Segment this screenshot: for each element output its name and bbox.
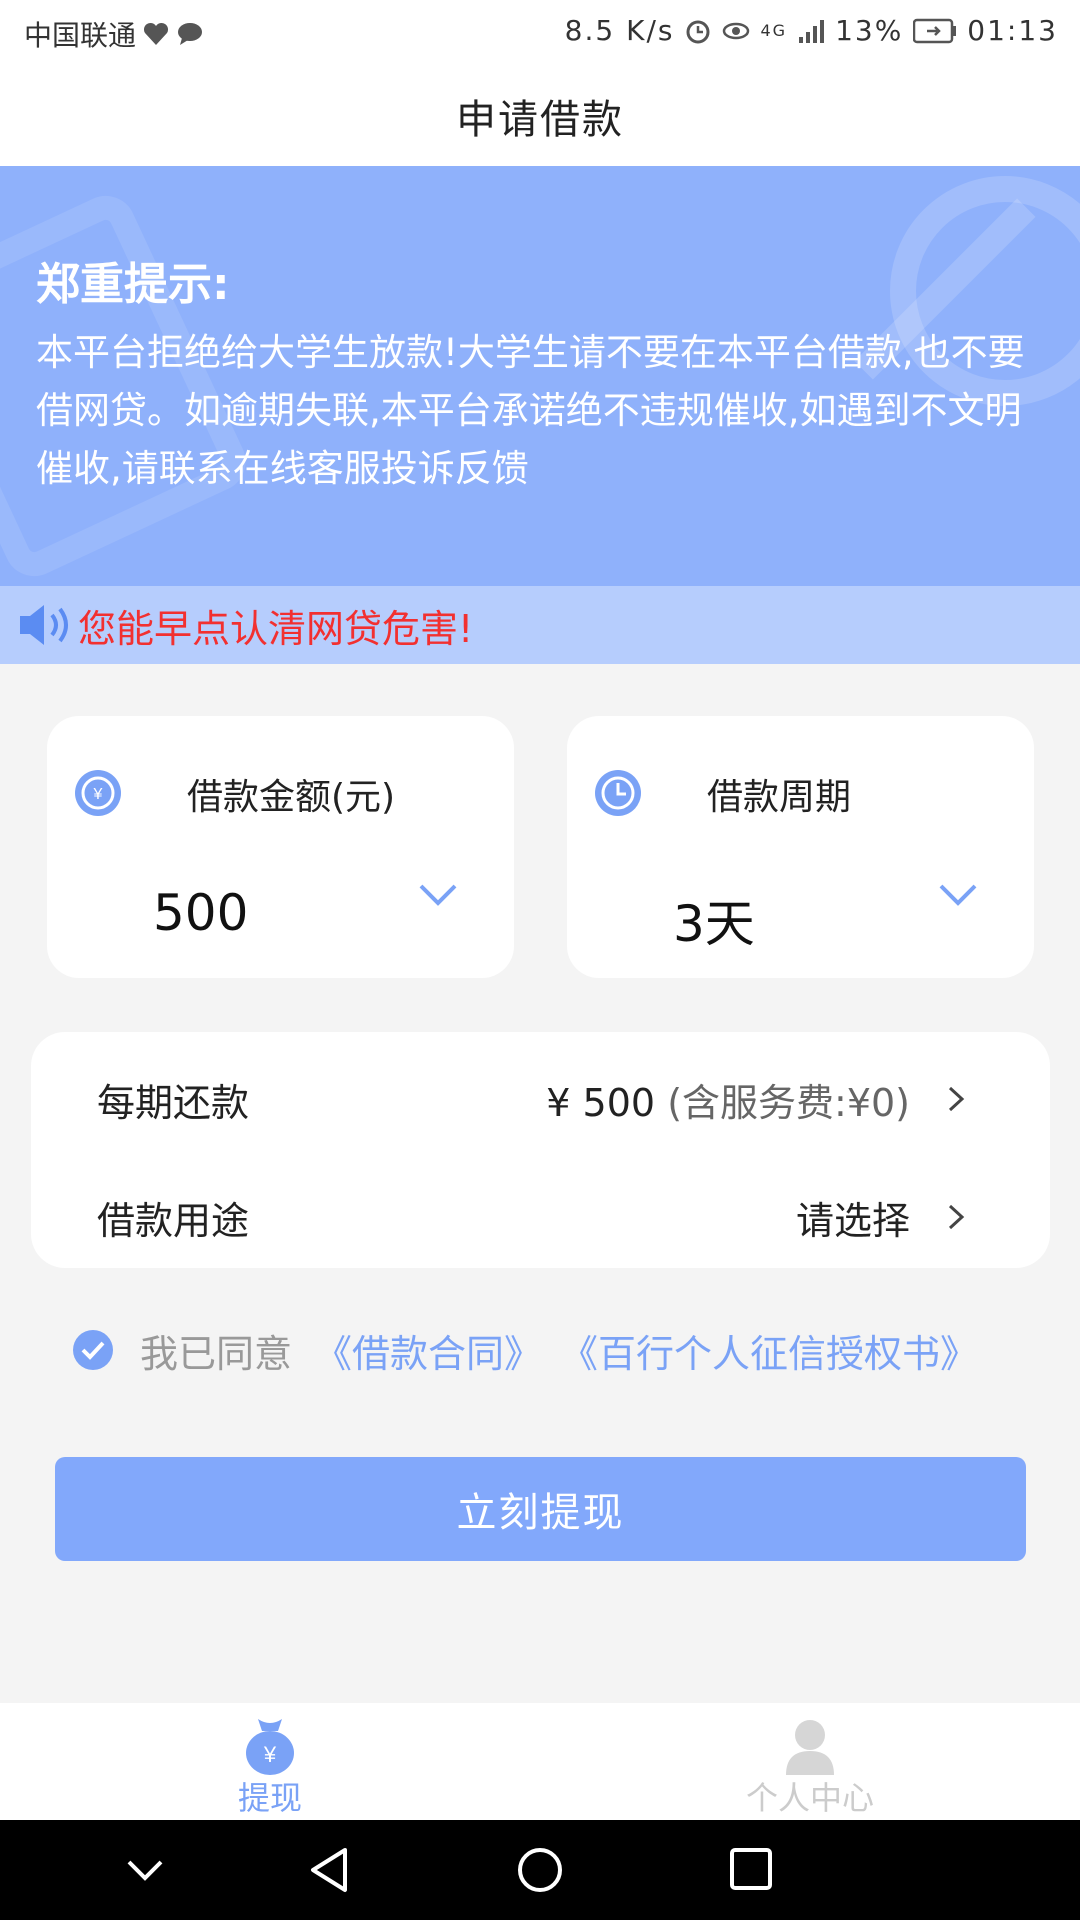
- clock-icon: [595, 770, 641, 816]
- battery-charging-icon: [913, 18, 957, 43]
- warning-banner: 郑重提示: 本平台拒绝给大学生放款!大学生请不要在本平台借款,也不要借网贷。如逾…: [0, 166, 1080, 586]
- status-bar: 中国联通 8.5 K/s 4G 13% 01:13: [0, 0, 1080, 66]
- credit-authorization-link[interactable]: 《百行个人征信授权书》: [560, 1323, 978, 1378]
- chevron-right-icon[interactable]: [946, 1084, 966, 1114]
- tab-profile-label: 个人中心: [745, 1779, 874, 1817]
- tab-profile[interactable]: 个人中心: [540, 1703, 1080, 1820]
- person-icon: [786, 1720, 834, 1775]
- message-bubble-icon: [178, 23, 203, 45]
- loan-period-selector[interactable]: 借款周期 3天: [567, 716, 1034, 978]
- agreement-row: 我已同意 《借款合同》 《百行个人征信授权书》: [72, 1322, 996, 1378]
- withdraw-button[interactable]: 立刻提现: [55, 1457, 1026, 1561]
- home-circle-icon[interactable]: [516, 1846, 564, 1894]
- carrier-name: 中国联通: [24, 19, 137, 52]
- eye-comfort-icon: [723, 22, 750, 39]
- network-type: 4G: [760, 21, 788, 40]
- banner-heading: 郑重提示:: [36, 259, 230, 310]
- page-title: 申请借款: [456, 97, 624, 143]
- repayment-amount: ¥ 500: [546, 1080, 656, 1125]
- bottom-tab-bar: ¥ 提现 个人中心: [0, 1703, 1080, 1820]
- banner-body: 本平台拒绝给大学生放款!大学生请不要在本平台借款,也不要借网贷。如逾期失联,本平…: [36, 331, 1025, 490]
- battery-percent: 13%: [835, 14, 904, 47]
- nav-bar: 申请借款: [0, 66, 1080, 166]
- agreement-prefix: 我已同意: [140, 1331, 293, 1376]
- tab-withdraw-label: 提现: [237, 1779, 302, 1817]
- loan-contract-link[interactable]: 《借款合同》: [314, 1323, 542, 1378]
- yuan-coin-icon: ¥: [75, 770, 121, 816]
- chevron-down-icon[interactable]: [938, 882, 978, 908]
- withdraw-button-label: 立刻提现: [456, 1490, 625, 1536]
- collapse-down-icon[interactable]: [125, 1850, 165, 1890]
- back-triangle-icon[interactable]: [305, 1846, 353, 1894]
- loan-period-label: 借款周期: [707, 777, 852, 818]
- notice-marquee: 您能早点认清网贷危害!: [0, 586, 1080, 664]
- speaker-icon: [20, 605, 68, 645]
- recents-square-icon[interactable]: [728, 1846, 774, 1892]
- repayment-label: 每期还款: [97, 1080, 250, 1125]
- purpose-row[interactable]: 借款用途 请选择: [31, 1172, 1050, 1262]
- purpose-value: 请选择: [795, 1198, 910, 1243]
- alarm-icon: [686, 20, 710, 43]
- health-heart-icon: [143, 22, 169, 45]
- tab-withdraw[interactable]: ¥ 提现: [0, 1703, 540, 1820]
- loan-details-card: 每期还款 ¥ 500 (含服务费:¥0) 借款用途 请选择: [31, 1032, 1050, 1268]
- signal-icon: [799, 19, 825, 43]
- checkbox-checked-icon[interactable]: [72, 1329, 114, 1371]
- svg-text:¥: ¥: [93, 786, 103, 803]
- repayment-row[interactable]: 每期还款 ¥ 500 (含服务费:¥0): [31, 1054, 1050, 1144]
- loan-amount-value: 500: [153, 884, 249, 942]
- svg-text:¥: ¥: [263, 1742, 277, 1767]
- clock-time: 01:13: [967, 14, 1058, 47]
- loan-amount-selector[interactable]: ¥ 借款金额(元) 500: [47, 716, 514, 978]
- repayment-value: ¥ 500 (含服务费:¥0): [546, 1072, 910, 1127]
- notice-text: 您能早点认清网贷危害!: [78, 606, 474, 651]
- chevron-down-icon[interactable]: [418, 882, 458, 908]
- chevron-right-icon[interactable]: [946, 1202, 966, 1232]
- system-nav-bar: [0, 1820, 1080, 1920]
- network-speed: 8.5 K/s: [564, 14, 675, 47]
- purpose-label: 借款用途: [97, 1198, 250, 1243]
- loan-period-value: 3天: [673, 895, 755, 953]
- repayment-fee: (含服务费:¥0): [667, 1080, 910, 1125]
- money-bag-icon: ¥: [246, 1719, 294, 1775]
- loan-amount-label: 借款金额(元): [187, 777, 396, 818]
